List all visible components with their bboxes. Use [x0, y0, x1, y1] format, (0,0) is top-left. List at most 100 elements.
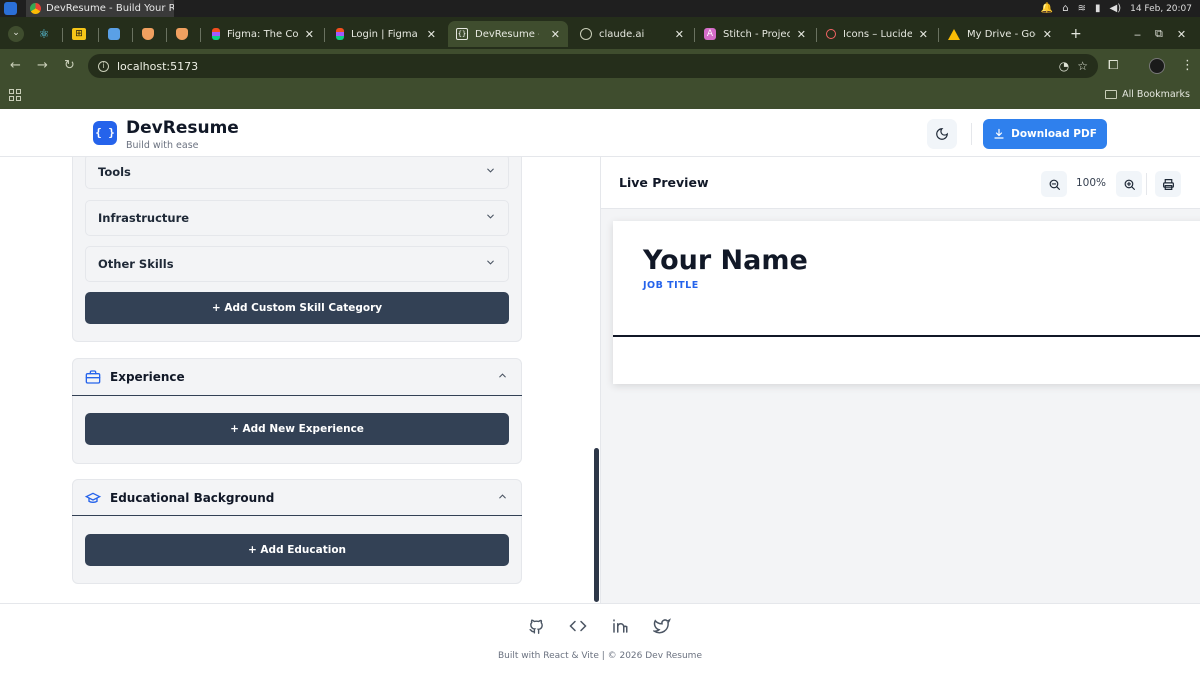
code-icon[interactable]: [568, 616, 588, 636]
chevron-down-icon: [485, 257, 496, 271]
back-icon[interactable]: ←: [10, 58, 21, 73]
tab-pinned-4[interactable]: [134, 21, 164, 47]
skill-category-tools[interactable]: Tools: [85, 157, 509, 189]
brand-tagline: Build with ease: [126, 140, 199, 151]
tab-devresume[interactable]: {} DevResume - Bu ✕: [448, 21, 568, 47]
add-experience-button[interactable]: + Add New Experience: [85, 413, 509, 445]
tab-lucide[interactable]: Icons – Lucide ✕: [818, 21, 936, 47]
profile-avatar[interactable]: [1149, 58, 1165, 74]
address-bar[interactable]: i localhost:5173 ◔ ☆: [88, 54, 1098, 78]
extensions-icon[interactable]: ⧠: [1108, 58, 1118, 73]
close-window-icon[interactable]: ✕: [1177, 28, 1186, 41]
education-header[interactable]: Educational Background: [72, 479, 522, 517]
education-divider: [72, 515, 522, 516]
zoom-in-icon: [1124, 179, 1135, 190]
maximize-icon[interactable]: ⧉: [1155, 27, 1163, 41]
resume-name: Your Name: [643, 245, 808, 276]
graduation-cap-icon: [84, 492, 102, 503]
close-icon[interactable]: ✕: [675, 28, 684, 41]
skill-category-other[interactable]: Other Skills: [85, 246, 509, 282]
tab-stitch[interactable]: A Stitch - Projects ✕: [696, 21, 814, 47]
reload-icon[interactable]: ↻: [64, 58, 75, 73]
wifi-icon[interactable]: ≋: [1078, 3, 1086, 14]
browser-toolbar: ← → ↻ i localhost:5173 ◔ ☆ ⧠ ⋮: [0, 49, 1200, 83]
header-divider: [971, 123, 972, 145]
new-tab-button[interactable]: +: [1062, 21, 1086, 47]
close-icon[interactable]: ✕: [797, 28, 806, 41]
forward-icon[interactable]: →: [37, 58, 48, 73]
all-bookmarks-label: All Bookmarks: [1122, 89, 1190, 100]
tab-figma-login[interactable]: Login | Figma ✕: [328, 21, 444, 47]
add-education-button[interactable]: + Add Education: [85, 534, 509, 566]
skill-category-label: Infrastructure: [98, 211, 190, 225]
tab-claude[interactable]: claude.ai ✕: [572, 21, 692, 47]
github-icon[interactable]: [526, 616, 546, 636]
bookmarks-bar: All Bookmarks: [0, 83, 1200, 109]
download-pdf-button[interactable]: Download PDF: [983, 119, 1107, 149]
os-top-bar: DevResume - Build Your Res... 🔔 ⌂ ≋ ▮ ◀)…: [0, 0, 1200, 17]
star-icon[interactable]: ☆: [1077, 59, 1088, 73]
close-icon[interactable]: ✕: [1043, 28, 1052, 41]
chevron-up-icon: [497, 370, 508, 384]
linkedin-icon[interactable]: [610, 616, 630, 636]
lucide-icon: [826, 29, 836, 39]
tab-search-button[interactable]: ⌄: [4, 21, 28, 47]
brand-name: DevResume: [126, 118, 239, 138]
app-menu-icon[interactable]: [4, 2, 17, 15]
tab-drive[interactable]: My Drive - Goog ✕: [940, 21, 1060, 47]
close-icon[interactable]: ✕: [919, 28, 928, 41]
chevron-down-icon: [485, 165, 496, 179]
tab-title: Figma: The Colla: [227, 28, 298, 40]
editor-scrollbar-thumb[interactable]: [594, 448, 599, 602]
kebab-menu-icon[interactable]: ⋮: [1181, 58, 1194, 73]
network-icon[interactable]: ⌂: [1062, 3, 1068, 14]
experience-header[interactable]: Experience: [72, 358, 522, 396]
volume-icon[interactable]: ◀): [1110, 3, 1122, 14]
resume-divider: [613, 335, 1200, 337]
close-icon[interactable]: ✕: [551, 28, 560, 41]
resume-paper: Your Name JOB TITLE: [613, 221, 1200, 384]
url-text: localhost:5173: [117, 59, 199, 73]
download-pdf-label: Download PDF: [1011, 128, 1097, 140]
close-icon[interactable]: ✕: [427, 28, 436, 41]
preview-pane: Live Preview 100% Your Name JOB TITLE: [601, 157, 1200, 603]
figma-icon: [336, 28, 344, 40]
blue-app-icon: [108, 28, 120, 40]
zoom-level: 100%: [1076, 177, 1107, 189]
minimize-icon[interactable]: ‒: [1134, 28, 1141, 41]
skill-category-label: Other Skills: [98, 257, 174, 271]
bell-icon[interactable]: 🔔: [1041, 3, 1053, 14]
stitch-icon: A: [704, 28, 716, 40]
tab-pinned-1[interactable]: ⚛: [30, 21, 60, 47]
site-info-icon[interactable]: i: [98, 60, 109, 72]
education-title: Educational Background: [110, 491, 275, 505]
all-bookmarks-button[interactable]: All Bookmarks: [1105, 89, 1190, 100]
skill-category-infrastructure[interactable]: Infrastructure: [85, 200, 509, 236]
zoom-out-icon: [1049, 179, 1060, 190]
twitter-icon[interactable]: [652, 616, 672, 636]
tab-pinned-3[interactable]: [100, 21, 130, 47]
footer-credit: Built with React & Vite | © 2026 Dev Res…: [498, 651, 702, 661]
speedometer-icon[interactable]: ◔: [1059, 59, 1069, 73]
figma-icon: [212, 28, 220, 40]
braces-logo-icon: { }: [93, 121, 117, 145]
tab-pinned-2[interactable]: ⊞: [64, 21, 94, 47]
window-title: DevResume - Build Your Res...: [46, 3, 174, 14]
print-button[interactable]: [1155, 171, 1181, 197]
apps-grid-icon[interactable]: [9, 89, 21, 101]
react-icon: ⚛: [38, 27, 50, 41]
system-tray: 🔔 ⌂ ≋ ▮ ◀) 14 Feb, 20:07: [1041, 0, 1192, 17]
clock[interactable]: 14 Feb, 20:07: [1130, 4, 1192, 14]
zoom-in-button[interactable]: [1116, 171, 1142, 197]
battery-icon[interactable]: ▮: [1095, 3, 1101, 14]
taskbar-window-chrome[interactable]: DevResume - Build Your Res...: [26, 0, 174, 17]
tab-pinned-5[interactable]: [168, 21, 198, 47]
tab-figma-collab[interactable]: Figma: The Colla ✕: [204, 21, 322, 47]
tab-title: My Drive - Goog: [967, 28, 1036, 40]
tab-title: Stitch - Projects: [723, 28, 790, 40]
theme-toggle-button[interactable]: [927, 119, 957, 149]
tab-title: Icons – Lucide: [843, 28, 912, 40]
add-skill-category-button[interactable]: + Add Custom Skill Category: [85, 292, 509, 324]
close-icon[interactable]: ✕: [305, 28, 314, 41]
zoom-out-button[interactable]: [1041, 171, 1067, 197]
